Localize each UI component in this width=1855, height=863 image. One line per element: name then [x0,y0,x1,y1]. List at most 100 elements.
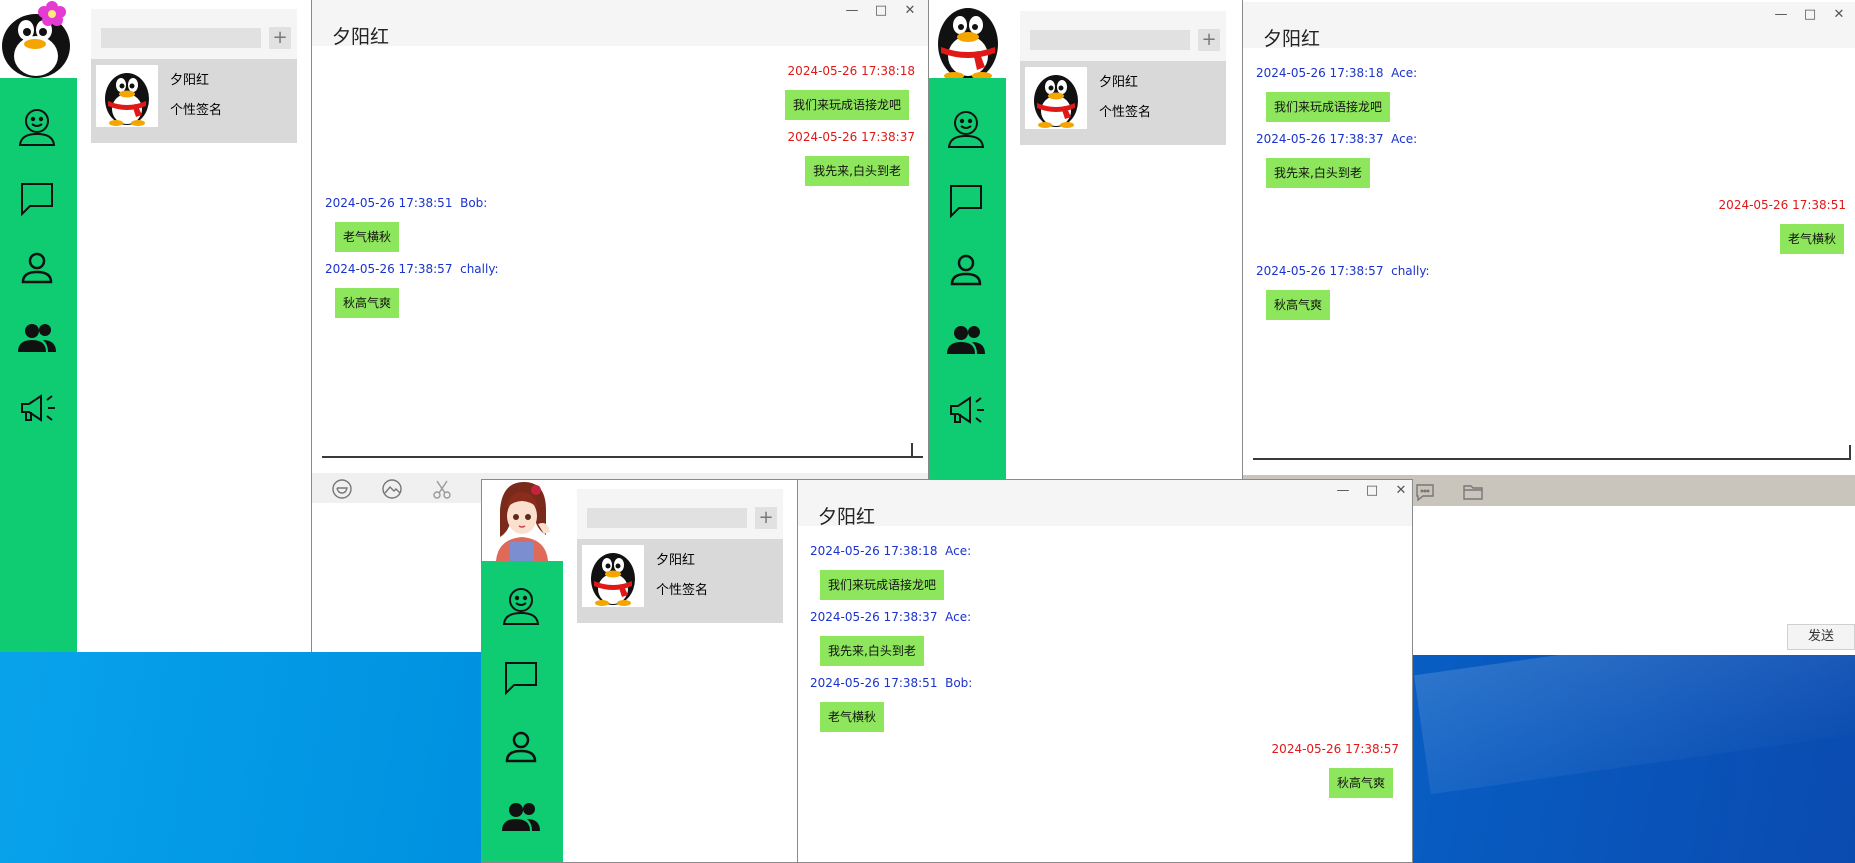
smiley-face-icon[interactable] [17,106,57,146]
message-bubble: 秋高气爽 [1328,768,1393,798]
message-timestamp: 2024-05-26 17:38:57 [1271,742,1399,756]
message-sender: Ace: [1391,132,1418,146]
person-icon[interactable] [17,248,57,288]
chat-title: 夕阳红 [332,26,390,48]
search-row: + [91,9,297,59]
minimize-button[interactable]: — [845,4,859,18]
image-icon[interactable] [381,478,403,500]
message-bubble: 老气横秋 [335,222,400,252]
add-friend-button[interactable]: + [1198,29,1220,51]
message-timestamp: 2024-05-26 17:38:18 Ace: [1256,66,1418,80]
group-icon[interactable] [17,318,57,358]
user-avatar-penguin-scarf[interactable] [929,0,1006,78]
folder-icon[interactable] [1462,481,1484,503]
message-bubble: 秋高气爽 [1266,290,1331,320]
search-input[interactable] [101,28,261,48]
megaphone-icon[interactable] [17,388,57,428]
close-button[interactable]: ✕ [1832,8,1846,22]
input-toolbar-extension [1413,476,1855,506]
smiley-face-icon[interactable] [501,585,541,625]
message-bubble: 我们来玩成语接龙吧 [1266,92,1391,122]
close-button[interactable]: ✕ [903,4,917,18]
friend-name: 夕阳红 [170,73,210,88]
friend-name: 夕阳红 [656,553,696,568]
search-row: + [577,489,783,539]
message-timestamp: 2024-05-26 17:38:18 [787,64,915,78]
message-bubble: 我们来玩成语接龙吧 [820,570,945,600]
message-sender: Ace: [945,610,972,624]
user-avatar-anime-girl[interactable] [482,480,563,561]
chat-panel: 夕阳红 — □ ✕ 2024-05-26 17:38:18 Ace: 我们来玩成… [797,480,1412,862]
chat-app-window-chally: + 夕阳红 个性签名 夕阳红 — □ ✕ 2024-05-26 17:38:18… [481,479,1413,863]
minimize-button[interactable]: — [1336,484,1350,498]
message-bubble: 我们来玩成语接龙吧 [784,90,909,120]
add-friend-button[interactable]: + [755,507,777,529]
chat-history-icon[interactable] [1414,481,1436,503]
message-timestamp: 2024-05-26 17:38:51 Bob: [810,676,973,690]
search-input[interactable] [587,508,747,528]
search-input[interactable] [1030,30,1190,50]
minimize-button[interactable]: — [1774,8,1788,22]
message-bubble: 我先来,白头到老 [1266,158,1370,188]
friend-list-item[interactable]: 夕阳红 个性签名 [91,59,297,143]
friend-panel: + 夕阳红 个性签名 [77,0,313,652]
friend-signature: 个性签名 [1099,105,1152,120]
friend-avatar-penguin [1025,67,1087,129]
send-button[interactable]: 发送 [1787,624,1855,650]
chat-title: 夕阳红 [818,506,876,528]
scissors-icon[interactable] [431,478,453,500]
smiley-face-icon[interactable] [946,108,986,148]
chat-bubble-icon[interactable] [17,178,57,218]
group-icon[interactable] [501,797,541,837]
close-button[interactable]: ✕ [1394,484,1408,498]
person-icon[interactable] [946,250,986,290]
message-input-extension[interactable]: 发送 [1413,506,1855,655]
friend-avatar-penguin [582,545,644,607]
friend-signature: 个性签名 [656,583,709,598]
message-timestamp: 2024-05-26 17:38:57 chally: [1256,264,1430,278]
person-icon[interactable] [501,727,541,767]
friend-avatar-penguin [96,65,158,127]
message-bubble: 老气横秋 [820,702,885,732]
message-sender: Bob: [945,676,973,690]
message-divider [1253,458,1851,460]
message-timestamp: 2024-05-26 17:38:37 Ace: [1256,132,1418,146]
chat-title-bar: 夕阳红 — □ ✕ [1243,2,1855,50]
message-sender: Ace: [1391,66,1418,80]
user-avatar-penguin-flower[interactable] [0,0,77,78]
message-divider-end [1849,445,1851,459]
group-icon[interactable] [946,320,986,360]
message-bubble: 我先来,白头到老 [820,636,924,666]
friend-panel: + 夕阳红 个性签名 [563,480,799,862]
sidebar [0,0,77,652]
emoji-icon[interactable] [331,478,353,500]
message-timestamp: 2024-05-26 17:38:37 [787,130,915,144]
message-timestamp: 2024-05-26 17:38:18 Ace: [810,544,972,558]
message-timestamp: 2024-05-26 17:38:57 chally: [325,262,499,276]
megaphone-icon[interactable] [946,390,986,430]
message-timestamp: 2024-05-26 17:38:37 Ace: [810,610,972,624]
message-divider-end [911,443,913,457]
message-timestamp: 2024-05-26 17:38:51 Bob: [325,196,488,210]
chat-title-bar: 夕阳红 — □ ✕ [798,480,1412,528]
maximize-button[interactable]: □ [1365,484,1379,498]
message-bubble: 老气横秋 [1779,224,1844,254]
maximize-button[interactable]: □ [1803,8,1817,22]
add-friend-button[interactable]: + [269,27,291,49]
message-bubble: 秋高气爽 [335,288,400,318]
friend-list-item[interactable]: 夕阳红 个性签名 [1020,61,1226,145]
friend-signature: 个性签名 [170,103,223,118]
message-divider [322,456,923,458]
chat-title: 夕阳红 [1263,28,1321,50]
chat-bubble-icon[interactable] [501,657,541,697]
message-sender: chally: [1391,264,1430,278]
friend-list-item[interactable]: 夕阳红 个性签名 [577,539,783,623]
friend-name: 夕阳红 [1099,75,1139,90]
sidebar [482,480,563,862]
message-bubble: 我先来,白头到老 [805,156,909,186]
message-sender: Ace: [945,544,972,558]
message-sender: chally: [460,262,499,276]
message-timestamp: 2024-05-26 17:38:51 [1718,198,1846,212]
chat-bubble-icon[interactable] [946,180,986,220]
maximize-button[interactable]: □ [874,4,888,18]
